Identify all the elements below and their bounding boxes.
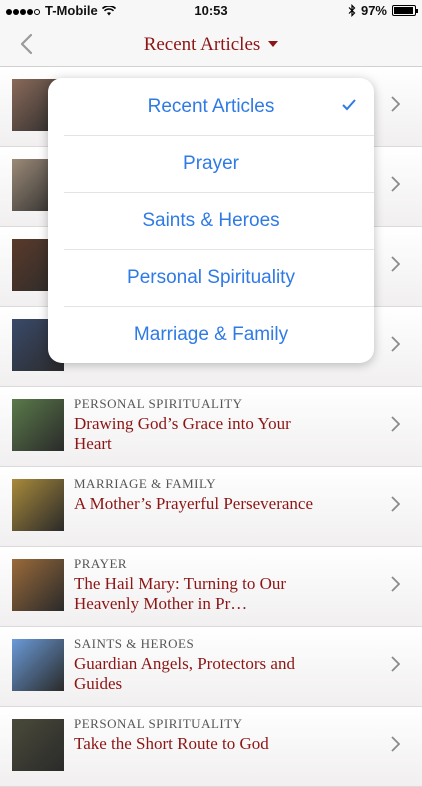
category-dropdown: Recent Articles Prayer Saints & Heroes Pers…	[48, 78, 374, 363]
article-category: SAINTS & HEROES	[74, 636, 195, 651]
article-thumbnail	[12, 639, 64, 691]
checkmark-icon	[342, 99, 356, 111]
chevron-right-icon	[391, 416, 400, 432]
dropdown-item-label: Marriage & Family	[133, 323, 289, 345]
dropdown-item[interactable]: Marriage & Family	[48, 306, 374, 363]
article-category: PERSONAL SPIRITUALITY	[74, 716, 243, 731]
article-thumbnail	[12, 719, 64, 771]
article-title: The Hail Mary: Turning to Our Heavenly M…	[74, 574, 287, 613]
article-row[interactable]: PRAYER The Hail Mary: Turning to Our Heav…	[0, 547, 422, 627]
bluetooth-icon	[348, 4, 356, 17]
category-selector[interactable]: Recent Articles	[0, 34, 422, 56]
nav-title: Recent Articles	[143, 34, 261, 55]
article-category: PRAYER	[74, 556, 128, 571]
dropdown-item[interactable]: Personal Spirituality	[48, 249, 374, 306]
article-category: MARRIAGE & FAMILY	[74, 476, 217, 491]
dropdown-item-label: Personal Spirituality	[127, 266, 295, 288]
article-thumbnail	[12, 479, 64, 531]
chevron-right-icon	[391, 256, 400, 272]
navigation-bar: Recent Articles	[0, 22, 422, 67]
chevron-right-icon	[391, 496, 400, 512]
article-row[interactable]: PERSONAL SPIRITUALITY Take the Short Rout…	[0, 707, 422, 787]
dropdown-item[interactable]: Prayer	[48, 135, 374, 192]
status-bar: T-Mobile 10:53 97%	[0, 0, 422, 22]
article-thumbnail	[12, 399, 64, 451]
battery-percent: 97%	[360, 3, 387, 18]
article-title: A Mother’s Prayerful Perseverance	[74, 494, 314, 513]
dropdown-item-label: Recent Articles	[147, 95, 275, 117]
dropdown-item-label: Prayer	[183, 152, 239, 174]
status-right: 97%	[348, 3, 418, 18]
article-title: Take the Short Route to God	[74, 734, 269, 753]
caret-down-icon	[268, 40, 279, 47]
article-row[interactable]: PERSONAL SPIRITUALITY Drawing God’s Grace…	[0, 387, 422, 467]
article-thumbnail	[12, 559, 64, 611]
dropdown-item[interactable]: Recent Articles	[48, 78, 374, 135]
chevron-right-icon	[391, 656, 400, 672]
chevron-right-icon	[391, 96, 400, 112]
dropdown-item[interactable]: Saints & Heroes	[48, 192, 374, 249]
battery-icon	[392, 5, 418, 16]
chevron-right-icon	[391, 176, 400, 192]
article-category: PERSONAL SPIRITUALITY	[74, 396, 243, 411]
chevron-right-icon	[391, 336, 400, 352]
dropdown-item-label: Saints & Heroes	[142, 209, 280, 231]
article-row[interactable]: MARRIAGE & FAMILY A Mother’s Prayerful Pe…	[0, 467, 422, 547]
article-row[interactable]: SAINTS & HEROES Guardian Angels, Protecto…	[0, 627, 422, 707]
article-title: Drawing God’s Grace into Your Heart	[74, 414, 291, 453]
chevron-right-icon	[391, 576, 400, 592]
article-title: Guardian Angels, Protectors and Guides	[74, 654, 295, 693]
